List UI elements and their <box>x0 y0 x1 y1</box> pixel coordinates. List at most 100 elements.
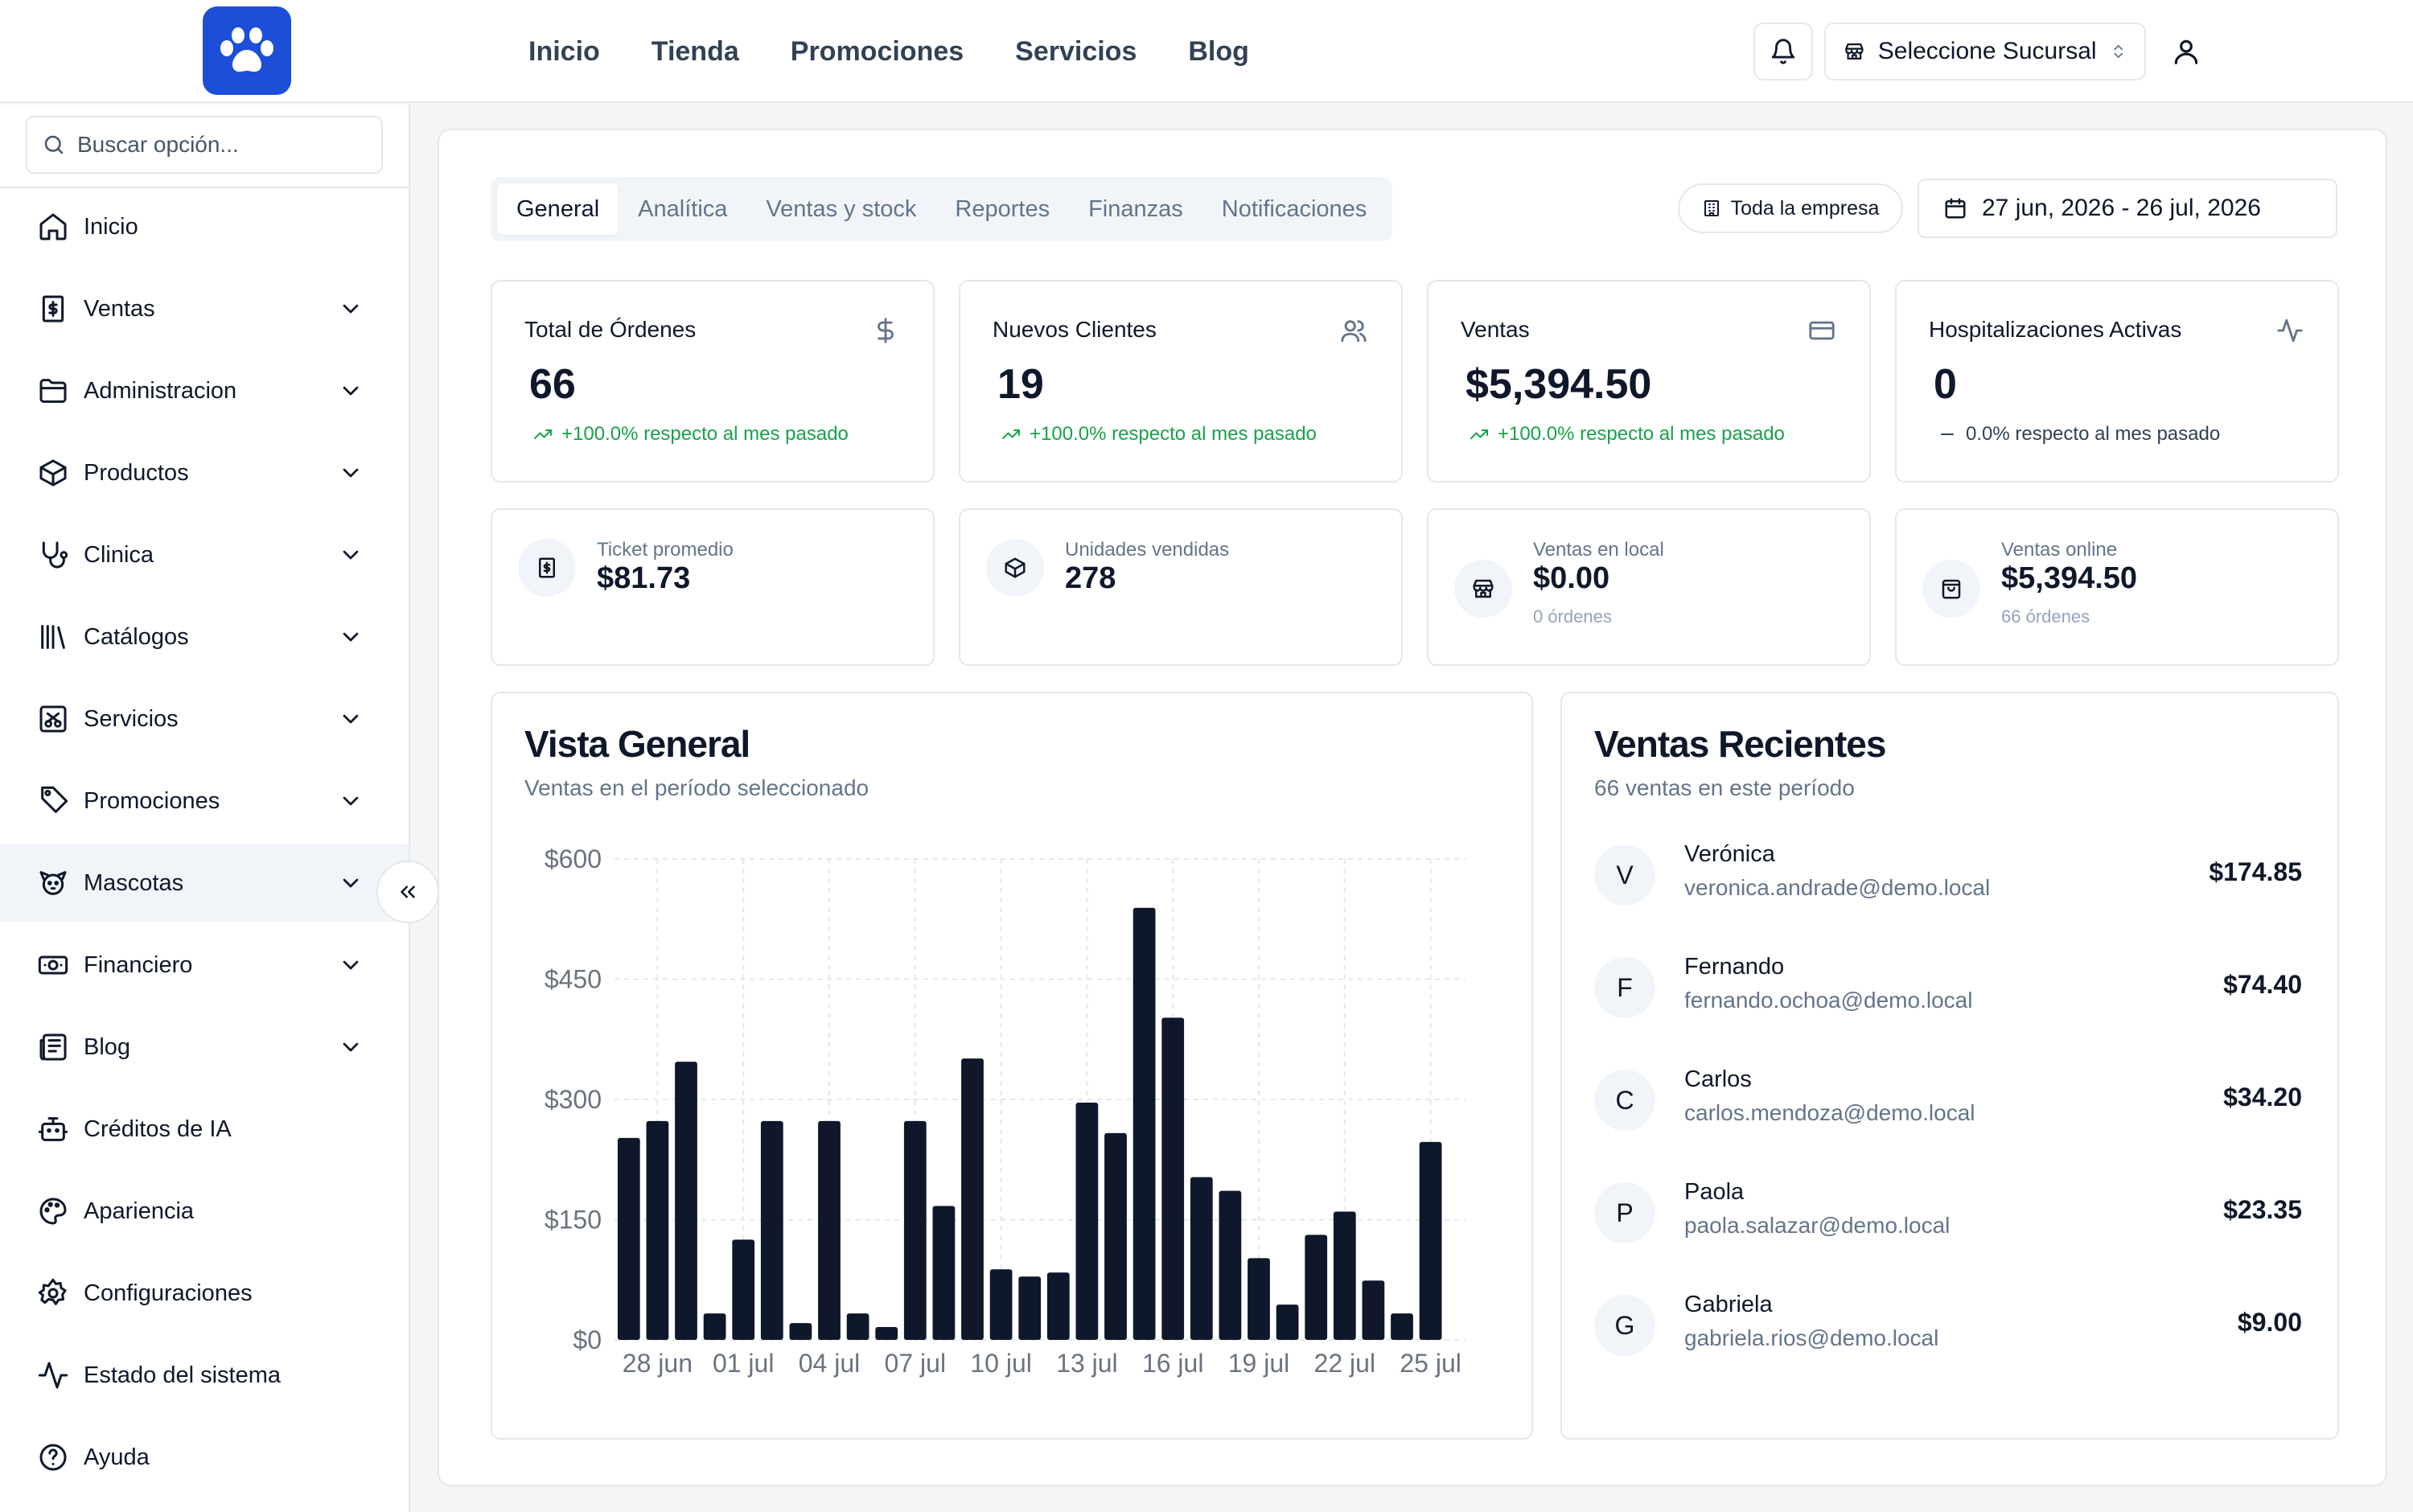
avatar: V <box>1594 844 1655 906</box>
x-tick-label: 04 jul <box>799 1349 861 1378</box>
chevron-down-icon <box>343 550 359 560</box>
search-icon <box>44 135 64 154</box>
company-scope-button[interactable]: Toda la empresa <box>1678 183 1903 233</box>
sidebar-item-catálogos[interactable]: Catálogos <box>0 598 409 676</box>
scissors-icon <box>39 705 67 733</box>
customer-email: fernando.ochoa@demo.local <box>1684 988 1973 1013</box>
stat-trend-text: 0.0% respecto al mes pasado <box>1966 423 2221 445</box>
sidebar-item-inicio[interactable]: Inicio <box>0 188 409 265</box>
date-range-label: 27 jun, 2026 - 26 jul, 2026 <box>1982 195 2261 221</box>
sidebar-item-promociones[interactable]: Promociones <box>0 762 409 840</box>
tab-ventas-stock[interactable]: Ventas y stock <box>746 183 935 235</box>
top-bar: Inicio Tienda Promociones Servicios Blog… <box>0 0 2413 103</box>
avatar: P <box>1594 1182 1655 1243</box>
customer-email: carlos.mendoza@demo.local <box>1684 1100 1975 1125</box>
sidebar-item-apariencia[interactable]: Apariencia <box>0 1173 409 1250</box>
chevron-down-icon <box>343 632 359 642</box>
paw-logo-icon[interactable] <box>203 6 291 95</box>
recent-sale-row[interactable]: G Gabriela gabriela.rios@demo.local $9.00 <box>1594 1285 2302 1366</box>
sidebar-item-administracion[interactable]: Administracion <box>0 352 409 429</box>
sidebar-item-financiero[interactable]: Financiero <box>0 927 409 1004</box>
recent-sale-row[interactable]: C Carlos carlos.mendoza@demo.local $34.20 <box>1594 1060 2302 1140</box>
sidebar-item-créditos-de-ia[interactable]: Créditos de IA <box>0 1091 409 1168</box>
chart-bar <box>1391 1313 1413 1340</box>
chart-bar <box>675 1062 697 1340</box>
x-tick-label: 07 jul <box>885 1349 947 1378</box>
sidebar-item-productos[interactable]: Productos <box>0 434 409 512</box>
sidebar-item-label: Mascotas <box>84 869 184 896</box>
avatar: F <box>1594 957 1655 1018</box>
sidebar-item-label: Financiero <box>84 951 193 978</box>
chart-bar <box>1219 1190 1242 1340</box>
mini-sub: 66 órdenes <box>2001 606 2090 627</box>
stat-trend: +100.0% respecto al mes pasado <box>531 423 849 446</box>
help-icon <box>39 1444 67 1471</box>
chart-bar <box>989 1269 1013 1340</box>
x-tick-label: 22 jul <box>1314 1349 1376 1378</box>
customer-name: Verónica <box>1684 841 1775 867</box>
chart-bar <box>961 1058 984 1340</box>
sidebar-item-configuraciones[interactable]: Configuraciones <box>0 1255 409 1332</box>
recent-sale-row[interactable]: V Verónica veronica.andrade@demo.local $174… <box>1594 835 2302 915</box>
notifications-button[interactable] <box>1753 23 1813 80</box>
stat-value: 0 <box>1934 361 1957 408</box>
sale-amount: $74.40 <box>2223 970 2302 999</box>
credit-card-icon <box>1809 321 1835 340</box>
stat-trend: +100.0% respecto al mes pasado <box>1467 423 1785 446</box>
sidebar-item-servicios[interactable]: Servicios <box>0 680 409 758</box>
tab-general[interactable]: General <box>497 183 619 235</box>
chart-bar <box>732 1239 755 1340</box>
chevron-down-icon <box>343 796 359 806</box>
sidebar-item-label: Catálogos <box>84 623 189 650</box>
tab-reportes[interactable]: Reportes <box>935 183 1069 235</box>
nav-link-tienda[interactable]: Tienda <box>652 36 739 68</box>
mini-label: Ventas en local <box>1533 539 1664 561</box>
chart-bar <box>617 1137 640 1340</box>
avatar: G <box>1594 1295 1655 1356</box>
trending-up-icon <box>1002 429 1020 439</box>
mini-card-ventas-local: Ventas en local $0.00 0 órdenes <box>1427 508 1871 666</box>
chart-bar <box>1419 1141 1442 1340</box>
date-range-picker[interactable]: 27 jun, 2026 - 26 jul, 2026 <box>1918 179 2337 238</box>
customer-email: veronica.andrade@demo.local <box>1684 875 1991 900</box>
x-tick-label: 13 jul <box>1056 1349 1118 1378</box>
nav-link-servicios[interactable]: Servicios <box>1015 36 1137 68</box>
chart-bar <box>646 1120 669 1340</box>
customer-email: gabriela.rios@demo.local <box>1684 1325 1939 1350</box>
x-tick-label: 01 jul <box>713 1349 775 1378</box>
sidebar-item-mascotas[interactable]: Mascotas <box>0 844 409 922</box>
bell-icon <box>1771 39 1795 64</box>
chart-bar <box>1133 907 1156 1340</box>
activity-icon <box>2277 318 2303 343</box>
sidebar-item-ayuda[interactable]: Ayuda <box>0 1419 409 1496</box>
user-menu-button[interactable] <box>2164 29 2209 74</box>
chart-bar <box>703 1313 726 1340</box>
recent-sale-row[interactable]: P Paola paola.salazar@demo.local $23.35 <box>1594 1173 2302 1253</box>
tab-notificaciones[interactable]: Notificaciones <box>1202 183 1387 235</box>
chart-bar <box>903 1120 927 1340</box>
sidebar-item-blog[interactable]: Blog <box>0 1009 409 1086</box>
recent-title: Ventas Recientes <box>1594 723 1886 765</box>
x-tick-label: 10 jul <box>970 1349 1032 1378</box>
banknote-icon <box>38 955 68 975</box>
customer-name: Paola <box>1684 1179 1745 1205</box>
nav-link-promociones[interactable]: Promociones <box>791 36 964 68</box>
tab-finanzas[interactable]: Finanzas <box>1069 183 1202 235</box>
sidebar-search[interactable] <box>26 116 383 174</box>
collapse-sidebar-button[interactable] <box>376 861 439 923</box>
search-input[interactable] <box>77 132 367 158</box>
sidebar-item-label: Estado del sistema <box>84 1362 282 1388</box>
sidebar-item-clinica[interactable]: Clinica <box>0 516 409 594</box>
branch-selector[interactable]: Seleccione Sucursal <box>1824 23 2146 80</box>
tab-analitica[interactable]: Analítica <box>619 183 746 235</box>
nav-link-inicio[interactable]: Inicio <box>528 36 600 68</box>
overview-subtitle: Ventas en el período seleccionado <box>524 775 869 800</box>
avatar: C <box>1594 1070 1655 1131</box>
sidebar-item-estado-del-sistema[interactable]: Estado del sistema <box>0 1337 409 1414</box>
home-icon <box>39 213 67 240</box>
nav-link-blog[interactable]: Blog <box>1188 36 1249 68</box>
chevron-down-icon <box>343 386 359 396</box>
y-tick-label: $150 <box>545 1206 602 1235</box>
sidebar-item-ventas[interactable]: Ventas <box>0 270 409 347</box>
recent-sale-row[interactable]: F Fernando fernando.ochoa@demo.local $74.40 <box>1594 947 2302 1028</box>
